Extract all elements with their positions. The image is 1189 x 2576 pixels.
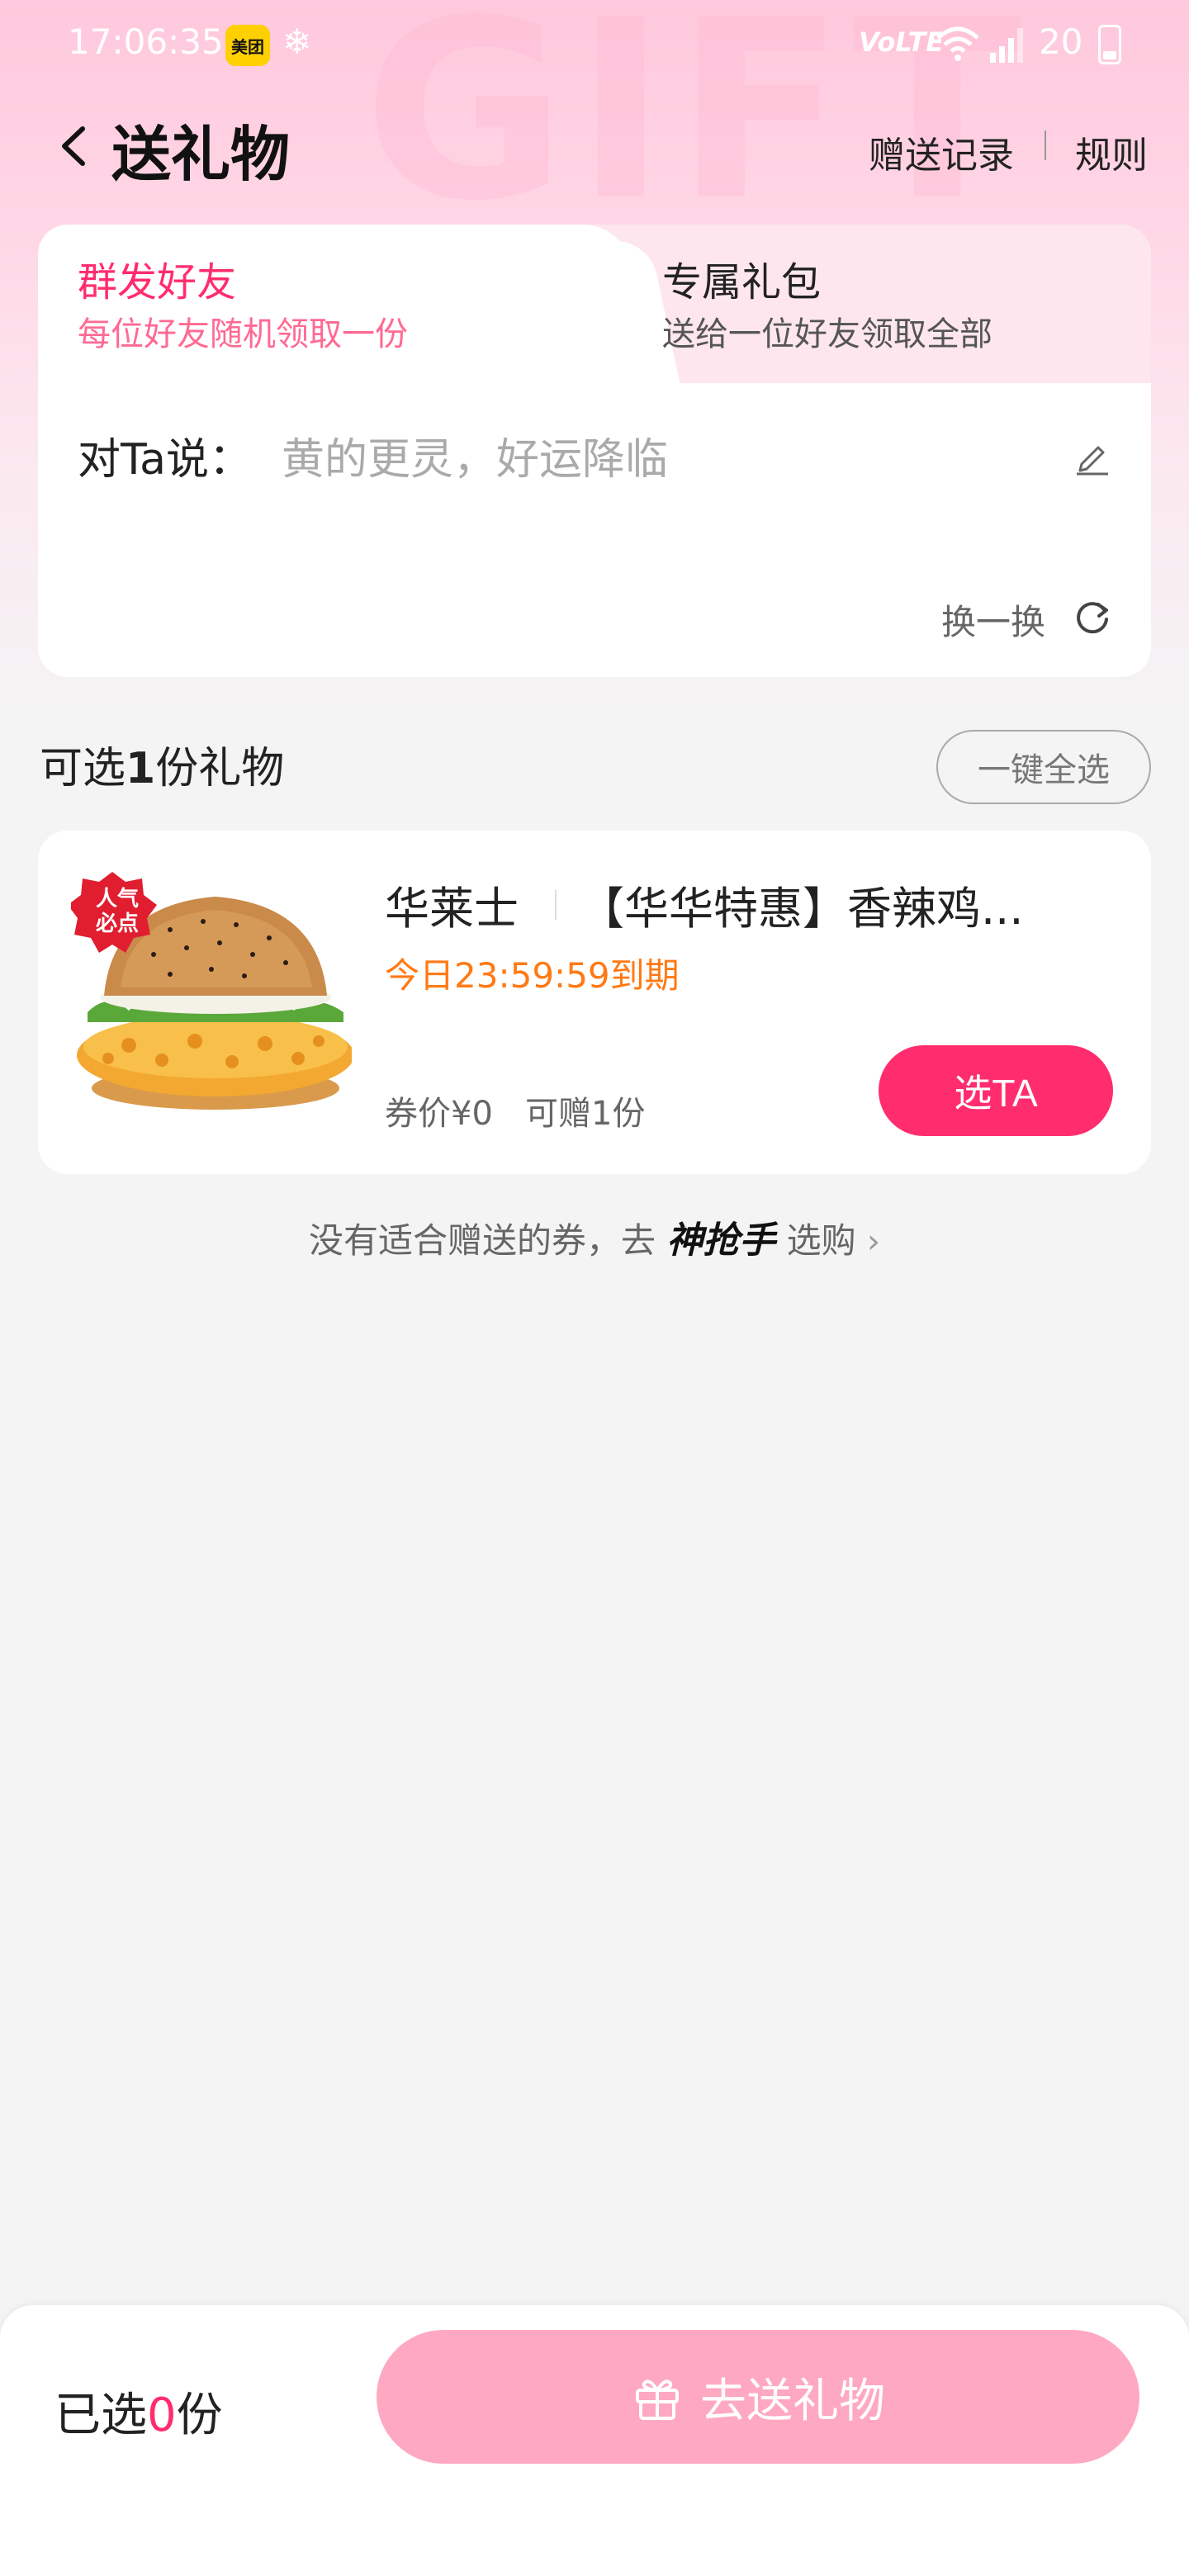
gift-card: 人气必点 华莱士 【华华特惠】香辣鸡... 今日23:59:59到期 券价¥0 …: [38, 831, 1151, 1174]
selected-number: 0: [147, 2389, 177, 2442]
select-gift-button[interactable]: 选TA: [879, 1045, 1113, 1136]
title-bar: 送礼物 赠送记录 规则: [0, 99, 1189, 190]
gift-records-link[interactable]: 赠送记录: [869, 125, 1014, 178]
gifts-title-prefix: 可选: [40, 744, 126, 793]
divider: [555, 890, 557, 920]
volte-indicator: VoLTE: [859, 26, 945, 58]
status-bar: 17:06:35 美团 ❄ VoLTE 20: [0, 0, 1189, 91]
selected-prefix: 已选: [54, 2389, 147, 2442]
message-card: 群发好友 每位好友随机领取一份 专属礼包 送给一位好友领取全部 对Ta说： 黄的…: [38, 225, 1151, 677]
message-label: 对Ta说：: [78, 435, 253, 485]
gift-price: 券价¥0: [385, 1095, 493, 1133]
selected-count: 已选0份: [54, 2378, 223, 2445]
gift-brand: 华莱士: [385, 883, 519, 935]
tab-exclusive-pack-subtitle: 送给一位好友领取全部: [662, 315, 992, 353]
refresh-icon[interactable]: [1072, 596, 1113, 637]
tab-group-send-subtitle: 每位好友随机领取一份: [78, 315, 408, 353]
back-arrow-icon[interactable]: [50, 117, 99, 175]
gift-name: 【华华特惠】香辣鸡...: [580, 883, 1024, 935]
tab-exclusive-pack-title[interactable]: 专属礼包: [662, 249, 821, 307]
message-input[interactable]: 黄的更灵，好运降临: [282, 424, 668, 486]
shop-more-link[interactable]: 没有适合赠送的券，去 神抢手 选购 ›: [0, 1210, 1189, 1263]
meituan-app-icon: 美团: [225, 25, 270, 66]
page-title: 送礼物: [111, 120, 291, 189]
selected-suffix: 份: [176, 2389, 223, 2442]
tab-group-send-title[interactable]: 群发好友: [78, 249, 236, 307]
gift-box-icon: [636, 2379, 679, 2420]
gifts-title-suffix: 份礼物: [155, 744, 285, 793]
send-gift-button[interactable]: 去送礼物: [377, 2330, 1139, 2464]
rules-link[interactable]: 规则: [1075, 125, 1148, 178]
snowflake-icon: ❄: [282, 21, 312, 62]
battery-level: 20: [1039, 21, 1083, 62]
status-time: 17:06:35: [68, 21, 224, 62]
send-gift-label: 去送礼物: [700, 2374, 885, 2427]
shenqiangshou-logo: 神抢手: [666, 1219, 776, 1262]
wifi-icon: [936, 26, 979, 61]
cellular-signal-icon: [990, 28, 1023, 63]
battery-icon: [1098, 25, 1121, 64]
shop-more-prefix: 没有适合赠送的券，去: [308, 1220, 656, 1261]
footer-bar: 已选0份 去送礼物: [0, 2305, 1189, 2576]
gift-expiry: 今日23:59:59到期: [385, 955, 680, 996]
change-message-button[interactable]: 换一换: [941, 594, 1045, 645]
shop-more-suffix: 选购: [786, 1220, 856, 1261]
divider: [1045, 130, 1046, 160]
gift-quantity: 可赠1份: [525, 1095, 646, 1133]
popular-badge: 人气必点: [95, 887, 139, 936]
pencil-edit-icon[interactable]: [1070, 434, 1113, 477]
select-all-button[interactable]: 一键全选: [936, 730, 1151, 804]
gifts-section-title: 可选1份礼物: [40, 733, 284, 795]
gifts-count: 1: [126, 744, 156, 793]
chevron-right-icon: ›: [867, 1223, 881, 1261]
